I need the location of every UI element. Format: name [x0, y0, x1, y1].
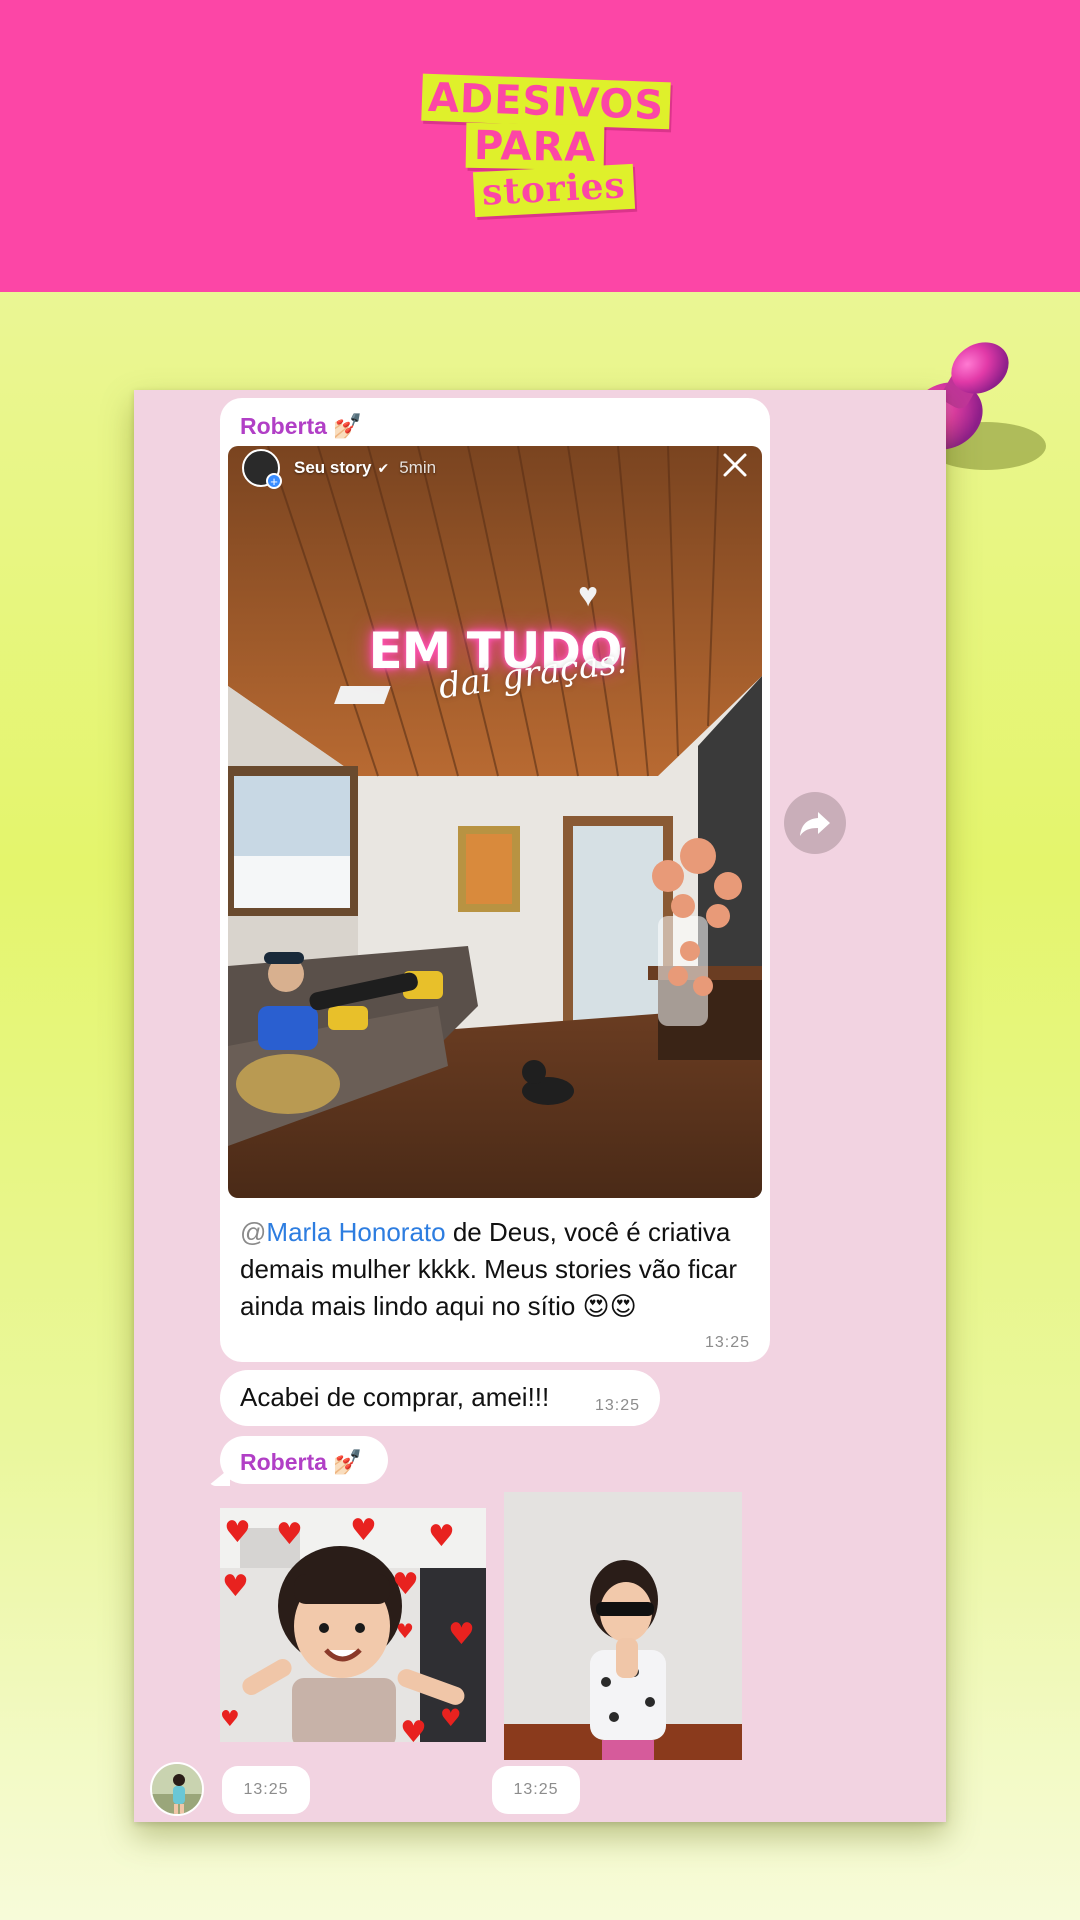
svg-text:♥: ♥	[392, 1567, 419, 1602]
sticker-image[interactable]: ♥ ♥ ♥ ♥ ♥ ♥ ♥ ♥ ♥ ♥ ♥	[220, 1508, 486, 1742]
media-timestamp: 13:25	[222, 1766, 310, 1814]
story-title: Seu story	[294, 458, 372, 477]
mention-link[interactable]: Marla Honorato	[266, 1217, 445, 1247]
message-timestamp: 13:25	[594, 1397, 640, 1414]
story-avatar: +	[242, 449, 282, 489]
svg-text:♥: ♥	[396, 1619, 414, 1643]
logo-line-1: ADESIVOS	[421, 73, 671, 130]
sender-avatar[interactable]	[150, 1762, 204, 1816]
avatar-photo	[152, 1764, 202, 1814]
forward-button[interactable]	[784, 792, 846, 854]
sender-name: Roberta	[240, 1449, 327, 1475]
chat-card: Roberta 💅🏻 + Seu story ✔ 5min ♥ EM TUDO …	[134, 390, 946, 1822]
video-thumbnail[interactable]	[504, 1492, 742, 1760]
svg-text:♥: ♥	[220, 1707, 240, 1732]
story-reply-bubble[interactable]: Roberta 💅🏻 + Seu story ✔ 5min ♥ EM TUDO …	[220, 398, 770, 1362]
brand-logo: ADESIVOS PARA stories	[420, 73, 671, 218]
heart-sticker: ♥	[578, 576, 599, 614]
svg-text:♥: ♥	[428, 1519, 455, 1554]
verified-badge-icon: ✔	[377, 459, 390, 476]
message-text: Acabei de comprar, amei!!!	[240, 1382, 550, 1412]
svg-text:♥: ♥	[276, 1517, 303, 1552]
header-banner: ADESIVOS PARA stories	[0, 0, 1080, 292]
svg-text:♥: ♥	[400, 1715, 427, 1742]
sender-label: Roberta 💅🏻	[240, 412, 363, 441]
svg-text:♥: ♥	[440, 1704, 462, 1732]
sender-emoji: 💅🏻	[332, 413, 363, 440]
story-time: 5min	[399, 458, 437, 477]
sender-tag-bubble: Roberta 💅🏻	[220, 1436, 388, 1484]
media-timestamp: 13:25	[492, 1766, 580, 1814]
story-preview[interactable]: + Seu story ✔ 5min ♥ EM TUDO dai graças!	[228, 446, 762, 1198]
svg-text:♥: ♥	[350, 1513, 377, 1548]
mention-prefix: @	[240, 1217, 267, 1247]
sender-emoji: 💅🏻	[332, 1449, 363, 1476]
story-room-photo	[228, 446, 762, 1198]
svg-text:♥: ♥	[448, 1617, 475, 1652]
message-timestamp: 13:25	[704, 1334, 750, 1351]
logo-line-2: PARA	[465, 122, 605, 171]
add-story-icon: +	[266, 473, 282, 489]
logo-line-3: stories	[472, 163, 635, 218]
svg-text:♥: ♥	[224, 1515, 251, 1550]
sender-label: Roberta 💅🏻	[240, 1448, 363, 1477]
girl-hearts-sticker-image: ♥ ♥ ♥ ♥ ♥ ♥ ♥ ♥ ♥ ♥ ♥	[220, 1508, 486, 1742]
girl-sunglasses-image	[504, 1492, 742, 1760]
text-message-bubble[interactable]: Acabei de comprar, amei!!! 13:25	[220, 1370, 660, 1426]
story-reply-caption: @Marla Honorato de Deus, você é criativa…	[240, 1214, 756, 1325]
svg-text:♥: ♥	[222, 1569, 249, 1604]
forward-arrow-icon	[800, 812, 830, 836]
close-icon[interactable]	[720, 450, 750, 480]
sender-name: Roberta	[240, 413, 327, 439]
story-header: + Seu story ✔ 5min	[242, 446, 436, 490]
